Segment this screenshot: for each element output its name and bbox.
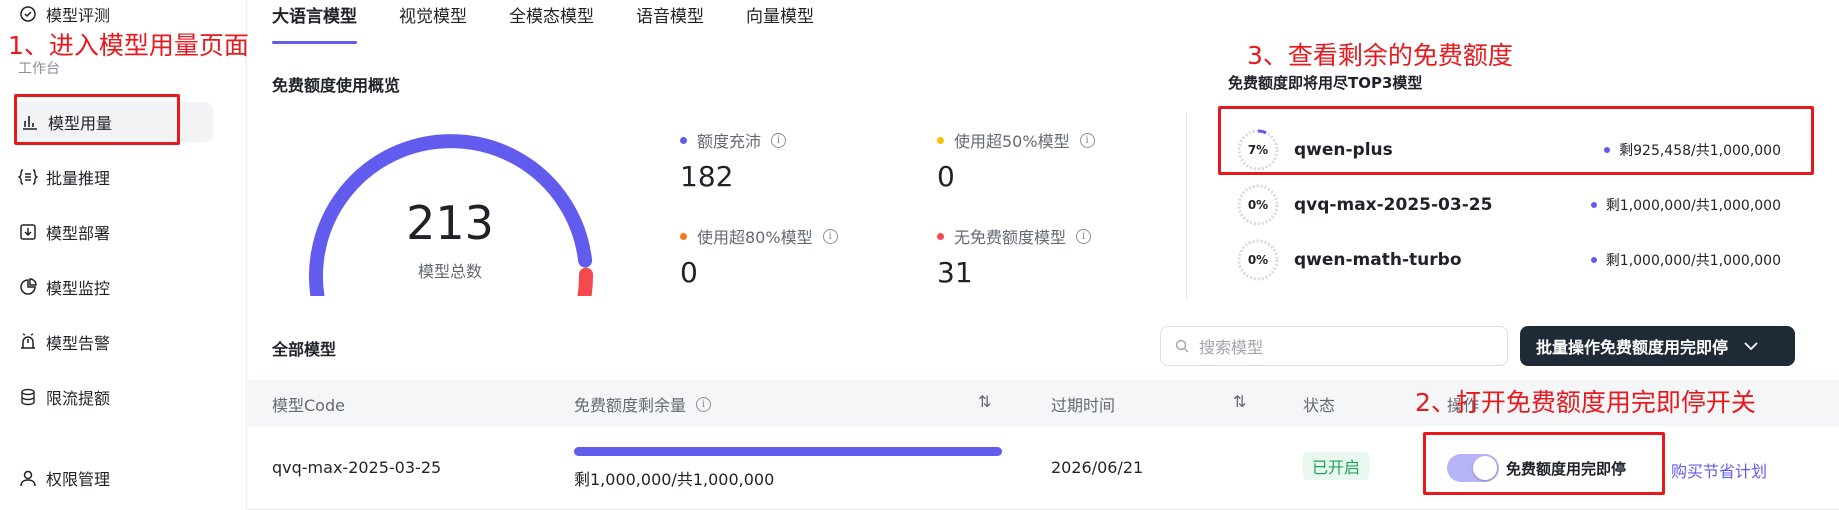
annotation-step3: 3、查看剩余的免费额度 [1247,41,1513,70]
stat-label: 无免费额度模型 [954,228,1067,247]
info-icon[interactable]: i [822,228,838,244]
sidebar-item-label: 限流提额 [46,389,111,408]
sidebar-item-rate-limit[interactable]: 限流提额 [18,377,110,417]
stat-value: 31 [937,256,973,289]
status-dot [680,232,687,240]
stat-no-quota: 无免费额度模型 i 31 [937,224,1092,289]
sidebar-item-label: 模型告警 [46,334,111,353]
overview-title: 免费额度使用概览 [272,76,401,95]
stat-label: 使用超50%模型 [954,132,1070,151]
model-code: qvq-max-2025-03-25 [272,458,442,477]
tab-audio[interactable]: 语音模型 [636,0,704,44]
top3-remain: 剩1,000,000/共1,000,000 [1590,250,1781,270]
remain-progress-bar [574,447,1002,456]
sort-icon[interactable]: ⇅ [978,392,991,411]
sort-icon[interactable]: ⇅ [1233,392,1246,411]
user-icon [18,468,38,488]
status-dot [1590,202,1597,208]
database-icon [18,387,38,407]
usage-ring: 0% [1236,183,1280,227]
tab-embedding[interactable]: 向量模型 [746,0,814,44]
stat-ample: 额度充沛 i 182 [680,128,787,193]
stat-value: 0 [937,160,955,193]
batch-stop-button[interactable]: 批量操作免费额度用完即停 [1520,326,1795,366]
expire-date: 2026/06/21 [1051,458,1144,477]
all-models-title: 全部模型 [272,340,337,359]
search-placeholder: 搜索模型 [1199,338,1264,357]
sidebar-item-model-deploy[interactable]: 模型部署 [18,212,110,252]
usage-ring: 0% [1236,238,1280,282]
column-header-status: 状态 [1303,396,1336,415]
top3-model-name: qwen-math-turbo [1294,250,1462,270]
info-icon[interactable]: i [1076,228,1092,244]
annotation-box-step3 [1218,106,1814,175]
chevron-down-icon [1744,342,1758,351]
buy-savings-plan-link[interactable]: 购买节省计划 [1671,458,1767,482]
model-type-tabs: 大语言模型 视觉模型 全模态模型 语音模型 向量模型 [272,0,856,44]
batch-button-label: 批量操作免费额度用完即停 [1536,338,1729,357]
column-header-code: 模型Code [272,396,345,415]
deploy-icon [18,222,38,242]
sidebar-item-permissions[interactable]: 权限管理 [18,458,110,498]
column-header-label: 免费额度剩余量 [574,396,687,415]
status-dot [680,136,687,144]
sidebar-item-batch-inference[interactable]: 批量推理 [18,157,110,197]
sidebar-item-label: 权限管理 [46,470,111,489]
status-dot [937,136,944,144]
annotation-box-step2 [1423,432,1665,495]
annotation-step2: 2、打开免费额度用完即停开关 [1415,388,1756,417]
stat-label: 使用超80%模型 [697,228,813,247]
list-brace-icon [18,167,38,187]
tab-omni[interactable]: 全模态模型 [509,0,594,44]
alarm-icon [18,332,38,352]
stat-value: 182 [680,160,734,193]
sidebar-item-model-monitor[interactable]: 模型监控 [18,267,110,307]
pie-chart-icon [18,277,38,297]
stat-value: 0 [680,256,698,289]
stat-over-80: 使用超80%模型 i 0 [680,224,838,289]
sidebar-item-label: 模型评测 [46,6,111,25]
model-total-caption: 模型总数 [417,262,482,281]
top3-remain: 剩1,000,000/共1,000,000 [1590,195,1781,215]
divider [1186,112,1187,300]
status-dot [1590,257,1597,263]
top3-remain-text: 剩1,000,000/共1,000,000 [1605,198,1781,214]
stat-over-50: 使用超50%模型 i 0 [937,128,1095,193]
usage-percent: 0% [1247,253,1269,267]
info-icon[interactable]: i [696,396,712,412]
remain-text: 剩1,000,000/共1,000,000 [574,470,775,489]
annotation-box-step1 [14,94,180,145]
top3-title: 免费额度即将用尽TOP3模型 [1228,74,1423,92]
usage-percent: 0% [1247,198,1269,212]
search-icon [1175,339,1189,353]
top3-item[interactable]: 0% qvq-max-2025-03-25 剩1,000,000/共1,000,… [1236,182,1781,228]
info-icon[interactable]: i [1079,132,1095,148]
sidebar-item-label: 模型部署 [46,224,111,243]
annotation-step1: 1、进入模型用量页面 [8,31,249,60]
column-header-expire: 过期时间 [1051,396,1116,415]
tab-vision[interactable]: 视觉模型 [399,0,467,44]
top3-model-name: qvq-max-2025-03-25 [1294,195,1493,215]
stat-label: 额度充沛 [697,132,762,151]
search-input[interactable]: 搜索模型 [1160,326,1508,366]
sidebar-item-model-alarm[interactable]: 模型告警 [18,322,110,362]
top3-item[interactable]: 0% qwen-math-turbo 剩1,000,000/共1,000,000 [1236,237,1781,283]
sidebar: 模型评测 工作台 模型用量 批量推理 模型部署 模型监控 模型告警 限流提额 权… [0,0,247,510]
gauge-arc-empty [577,267,594,296]
model-total-value: 213 [406,196,494,250]
sidebar-item-label: 批量推理 [46,169,111,188]
info-icon[interactable]: i [771,132,787,148]
tab-llm[interactable]: 大语言模型 [272,0,357,44]
top3-remain-text: 剩1,000,000/共1,000,000 [1605,253,1781,269]
column-header-remain: 免费额度剩余量 i [574,392,712,416]
status-dot [937,232,944,240]
sidebar-item-label: 模型监控 [46,279,111,298]
status-badge: 已开启 [1303,452,1370,480]
eval-icon [18,4,38,24]
